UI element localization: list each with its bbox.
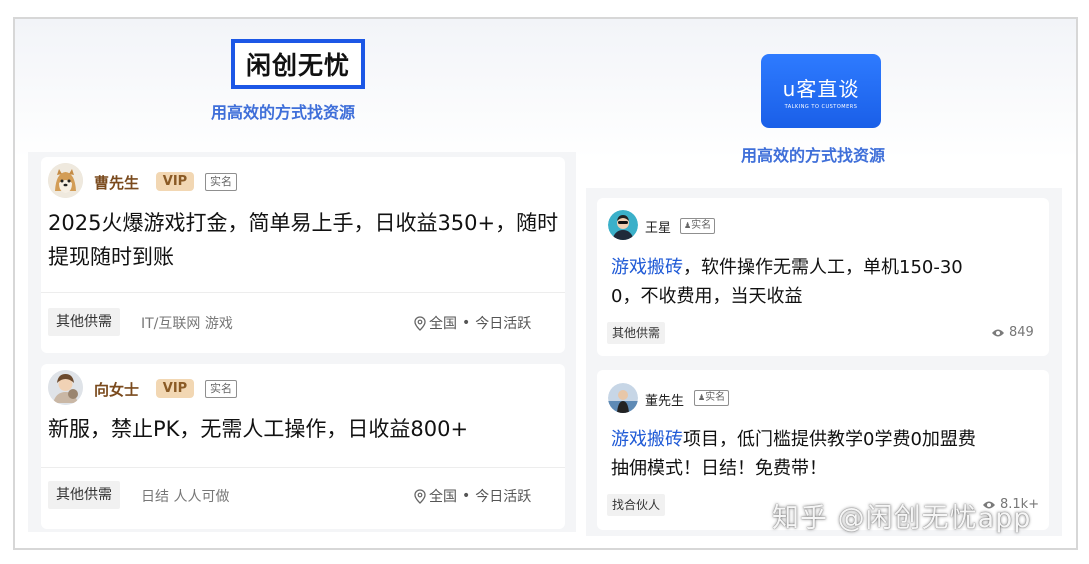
post-title: 游戏搬砖项目，低门槛提供教学0学费0加盟费 抽佣模式！日结！免费带！ <box>611 425 1041 483</box>
location-text: 全国 <box>429 316 457 332</box>
category-tag: 其他供需 <box>48 481 120 509</box>
poster-name: 曹先生 <box>94 174 140 192</box>
post-card[interactable]: 王星 ♟实名 游戏搬砖，软件操作无需人工，单机150-30 0，不收费用，当天收… <box>597 198 1049 356</box>
category-tag: 其他供需 <box>48 308 120 336</box>
title-text-line2: 0，不收费用，当天收益 <box>611 286 803 307</box>
vip-badge: VIP <box>156 172 194 191</box>
location-info: 全国 • 今日活跃 <box>414 313 531 333</box>
right-brand-name: u客直谈 <box>782 76 860 101</box>
poster-name: 董先生 <box>645 394 685 409</box>
verified-badge: 实名 <box>205 380 237 398</box>
poster-name: 王星 <box>645 221 672 236</box>
separator-dot: • <box>462 315 471 331</box>
category-tag: 找合伙人 <box>607 494 666 516</box>
right-brand-slogan: 用高效的方式找资源 <box>741 146 886 165</box>
post-tags: 日结 人人可做 <box>141 489 230 505</box>
title-highlight: 游戏搬砖 <box>611 429 683 450</box>
left-brand-logo: 闲创无忧 <box>231 39 365 89</box>
vip-badge: VIP <box>156 379 194 398</box>
title-text-line2: 抽佣模式！日结！免费带！ <box>611 458 827 479</box>
divider <box>41 292 565 293</box>
avatar <box>48 370 83 405</box>
separator-dot: • <box>462 488 471 504</box>
location-info: 全国 • 今日活跃 <box>414 486 531 506</box>
verified-badge: ♟实名 <box>680 218 716 234</box>
left-brand-name: 闲创无忧 <box>245 51 350 80</box>
title-text-line1: 项目，低门槛提供教学0学费0加盟费 <box>683 429 976 450</box>
title-highlight: 游戏搬砖 <box>611 257 683 278</box>
category-tag: 其他供需 <box>607 322 666 344</box>
watermark: 知乎 @闲创无忧app <box>772 503 1032 534</box>
verified-badge: 实名 <box>205 173 237 191</box>
view-count: 849 <box>991 325 1034 340</box>
poster-name: 向女士 <box>94 381 140 399</box>
avatar <box>608 210 638 240</box>
verified-text: 实名 <box>691 220 712 231</box>
post-tags: IT/互联网 游戏 <box>141 316 233 332</box>
divider <box>41 467 565 468</box>
location-text: 全国 <box>429 489 457 505</box>
title-text-line1: ，软件操作无需人工，单机150-30 <box>683 257 963 278</box>
location-pin-icon <box>414 315 426 331</box>
post-card[interactable]: 向女士 VIP 实名 新服，禁止PK，无需人工操作，日收益800+ 其他供需 日… <box>41 364 565 529</box>
location-pin-icon <box>414 488 426 504</box>
right-brand-subtitle: TALKING TO CUSTOMERS <box>784 103 858 110</box>
activity-text: 今日活跃 <box>475 316 532 332</box>
verified-badge: ♟实名 <box>694 390 730 406</box>
post-title: 游戏搬砖，软件操作无需人工，单机150-30 0，不收费用，当天收益 <box>611 253 1041 311</box>
verified-text: 实名 <box>705 392 726 403</box>
post-title: 新服，禁止PK，无需人工操作，日收益800+ <box>48 417 469 441</box>
header-background <box>15 19 1076 159</box>
post-title: 2025火爆游戏打金，简单易上手，日收益350+，随时提现随时到账 <box>48 211 559 269</box>
view-count-text: 849 <box>1009 325 1034 340</box>
left-brand-slogan: 用高效的方式找资源 <box>211 103 356 122</box>
avatar <box>608 383 638 413</box>
activity-text: 今日活跃 <box>475 489 532 505</box>
avatar <box>48 163 83 198</box>
post-card[interactable]: 曹先生 VIP 实名 2025火爆游戏打金，简单易上手，日收益350+，随时提现… <box>41 157 565 353</box>
eye-icon <box>992 329 1004 336</box>
right-brand-logo: u客直谈 TALKING TO CUSTOMERS <box>761 54 881 128</box>
